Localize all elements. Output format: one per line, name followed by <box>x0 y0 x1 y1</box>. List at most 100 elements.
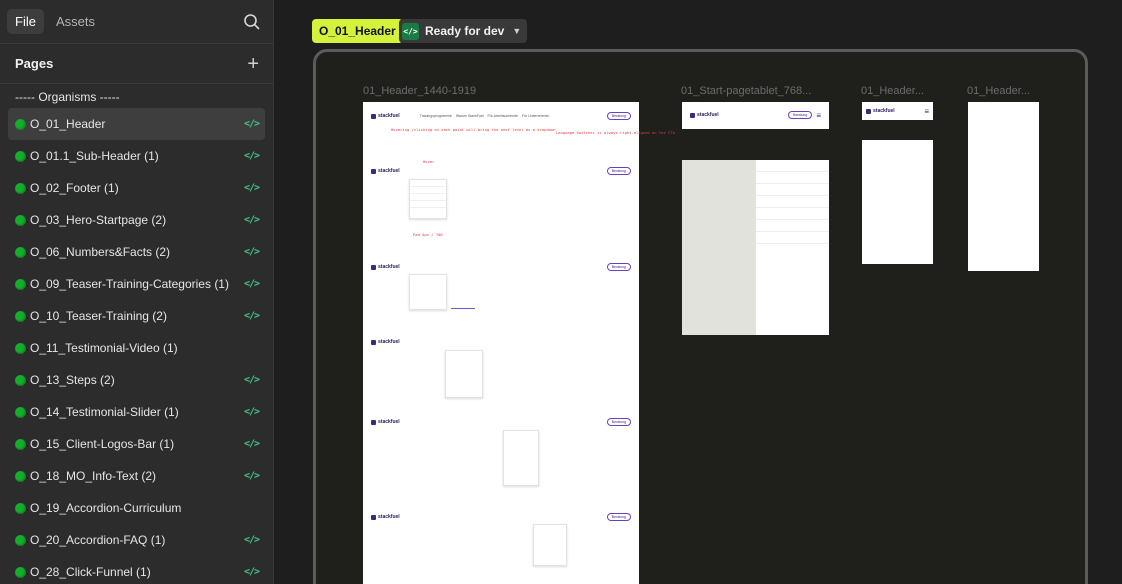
dropdown-menu <box>409 179 447 219</box>
page-list: ----- Organisms ----- O_01_Header </> O_01… <box>0 84 273 584</box>
annotation-language: Language Switcher is always right-aligne… <box>556 130 675 135</box>
status-dot-icon <box>15 566 26 578</box>
frame-label-tablet[interactable]: 01_Start-pagetablet_768... <box>681 85 811 97</box>
dev-mode-icon: </> <box>243 406 260 418</box>
mini-nav: stackfuel ≡ <box>866 106 929 116</box>
status-dot-icon <box>15 118 26 130</box>
page-item-label: O_15_Client-Logos-Bar (1) <box>30 437 175 451</box>
annotation-hover-tag: Hover <box>423 159 435 164</box>
sidebar-tabs: File Assets <box>0 0 273 44</box>
dropdown-item <box>410 194 446 201</box>
status-dot-icon <box>15 374 26 386</box>
left-sidebar: File Assets Pages + ----- Organisms ----… <box>0 0 274 584</box>
page-item[interactable]: O_14_Testimonial-Slider (1) </> <box>0 396 273 428</box>
page-item[interactable]: O_02_Footer (1) </> <box>0 172 273 204</box>
mini-nav: stackfuel Beratung <box>371 166 631 176</box>
ready-for-dev-chip[interactable]: </> Ready for dev ▼ <box>399 19 528 43</box>
search-icon[interactable] <box>243 13 261 31</box>
page-item[interactable]: O_06_Numbers&Facts (2) </> <box>0 236 273 268</box>
page-item-label: O_13_Steps (2) <box>30 373 115 387</box>
chevron-down-icon[interactable]: ▼ <box>512 26 521 36</box>
status-dot-icon <box>15 534 26 546</box>
dropdown-item <box>410 187 446 194</box>
mobile-frame-submenu[interactable] <box>968 102 1039 271</box>
frame-label-mobile-2[interactable]: 01_Header... <box>967 85 1030 97</box>
page-item[interactable]: O_01.1_Sub-Header (1) </> <box>0 140 273 172</box>
mob-row <box>756 172 829 184</box>
page-item[interactable]: O_10_Teaser-Training (2) </> <box>0 300 273 332</box>
dev-mode-icon: </> <box>243 150 260 162</box>
frame-label-mobile-1[interactable]: 01_Header... <box>861 85 924 97</box>
page-item-label: O_06_Numbers&Facts (2) <box>30 245 171 259</box>
mobile-frame-closed[interactable]: stackfuel ≡ <box>862 102 933 120</box>
frame-label-desktop[interactable]: 01_Header_1440-1919 <box>363 85 476 97</box>
dev-mode-icon: </> <box>243 566 260 578</box>
stackfuel-logo: stackfuel <box>371 514 400 520</box>
page-item[interactable]: O_13_Steps (2) </> <box>0 364 273 396</box>
mini-cta-button: Beratung <box>606 112 631 120</box>
page-item[interactable]: O_01_Header </> <box>8 108 265 140</box>
mob-row <box>756 184 829 196</box>
status-dot-icon <box>15 246 26 258</box>
canvas[interactable]: O_01_Header </> Ready for dev ▼ 01_Heade… <box>274 0 1122 584</box>
status-dot-icon <box>15 278 26 290</box>
dropdown-menu <box>503 430 539 486</box>
mob-row <box>756 220 829 232</box>
mini-nav: stackfuel <box>371 337 631 347</box>
dev-mode-icon: </> <box>243 534 260 546</box>
page-item-label: O_20_Accordion-FAQ (1) <box>30 533 166 547</box>
tab-file[interactable]: File <box>7 9 44 34</box>
tablet-frame-closed[interactable]: stackfuel Beratung ≡ <box>682 102 829 129</box>
hamburger-icon: ≡ <box>924 106 929 116</box>
tablet-menu-panel <box>756 160 829 335</box>
page-item-label: O_19_Accordion-Curriculum <box>30 501 182 515</box>
dev-status-icon: </> <box>402 22 419 40</box>
mini-nav: stackfuel Beratung <box>371 417 631 427</box>
dropdown-menu <box>409 274 447 310</box>
mob-row <box>756 196 829 208</box>
page-item[interactable]: O_28_Click-Funnel (1) </> <box>0 556 273 584</box>
figma-app: File Assets Pages + ----- Organisms ----… <box>0 0 1122 584</box>
page-item[interactable]: O_20_Accordion-FAQ (1) </> <box>0 524 273 556</box>
mini-nav: stackfuel Beratung ≡ <box>690 110 821 120</box>
page-item[interactable]: O_11_Testimonial-Video (1) <box>0 332 273 364</box>
page-item[interactable]: O_03_Hero-Startpage (2) </> <box>0 204 273 236</box>
status-dot-icon <box>15 310 26 322</box>
page-item[interactable]: O_09_Teaser-Training-Categories (1) </> <box>0 268 273 300</box>
mini-cta-button: Beratung <box>606 418 631 426</box>
page-item-label: ----- Organisms ----- <box>15 90 120 104</box>
page-item[interactable]: O_19_Accordion-Curriculum <box>0 492 273 524</box>
page-item[interactable]: O_18_MO_Info-Text (2) </> <box>0 460 273 492</box>
mob-row <box>756 232 829 244</box>
page-item-label: O_28_Click-Funnel (1) <box>30 565 151 579</box>
stackfuel-logo: stackfuel <box>371 113 400 119</box>
desktop-frame[interactable]: stackfuel Trainingsprogramme Warum Stack… <box>363 102 675 584</box>
mob-row <box>756 160 829 172</box>
mini-nav-link: Warum StackFuel <box>455 114 484 118</box>
page-divider[interactable]: ----- Organisms ----- <box>0 86 273 108</box>
mini-nav: stackfuel Beratung <box>371 262 631 272</box>
page-item[interactable]: O_15_Client-Logos-Bar (1) </> <box>0 428 273 460</box>
stackfuel-logo: stackfuel <box>866 108 895 114</box>
hover-underline <box>451 308 475 309</box>
status-dot-icon <box>15 342 26 354</box>
status-dot-icon <box>15 182 26 194</box>
pages-title: Pages <box>15 56 54 71</box>
mini-nav-link: Für Arbeitsuchende <box>487 114 518 118</box>
mobile-frame-open[interactable] <box>862 140 933 264</box>
tab-assets[interactable]: Assets <box>48 9 103 34</box>
annotation-pad: Pad 4px / 700 <box>413 232 443 237</box>
section-name-chip[interactable]: O_01_Header <box>312 19 403 43</box>
tablet-frame-open[interactable] <box>682 160 829 335</box>
page-item-label: O_01_Header <box>30 117 106 131</box>
page-item-label: O_10_Teaser-Training (2) <box>30 309 167 323</box>
mini-cta-button: Beratung <box>788 111 813 119</box>
page-item-label: O_18_MO_Info-Text (2) <box>30 469 157 483</box>
dev-mode-icon: </> <box>243 310 260 322</box>
dropdown-menu <box>533 524 567 566</box>
status-dot-icon <box>15 150 26 162</box>
add-page-icon[interactable]: + <box>247 54 259 74</box>
page-item-label: O_11_Testimonial-Video (1) <box>30 341 178 355</box>
page-item-label: O_01.1_Sub-Header (1) <box>30 149 159 163</box>
header-section-frame[interactable]: 01_Header_1440-1919 01_Start-pagetablet_… <box>313 49 1088 584</box>
